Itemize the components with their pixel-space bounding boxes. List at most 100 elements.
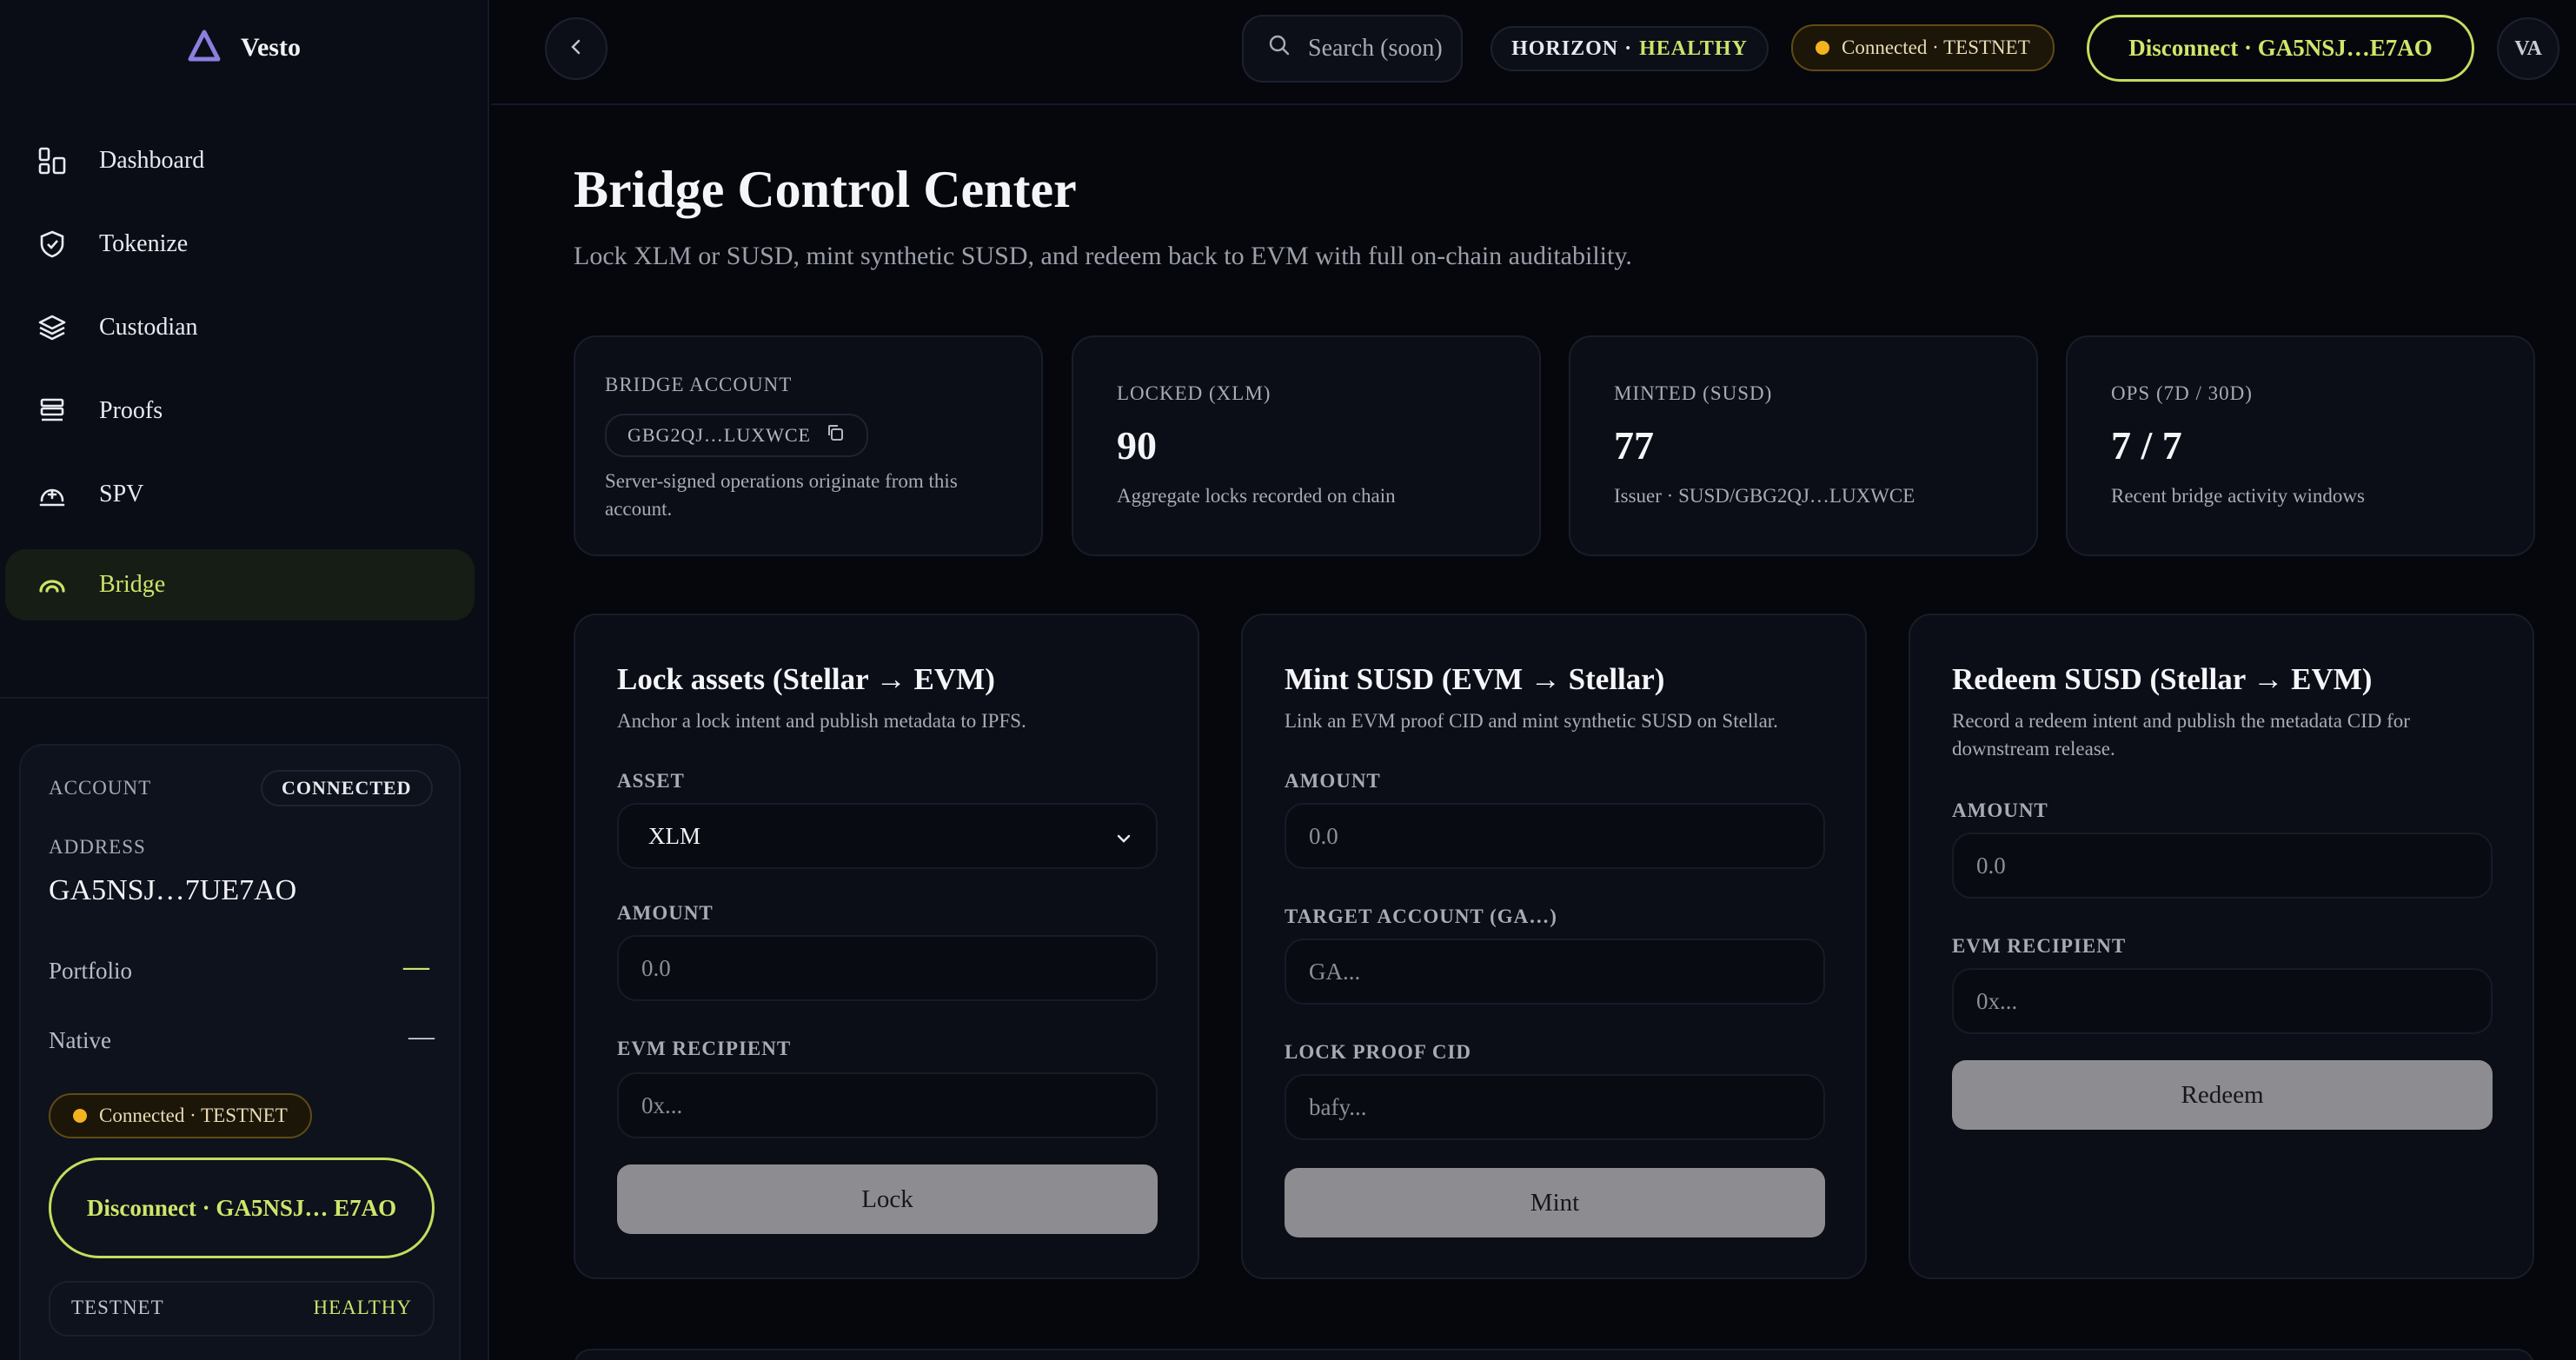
lock-recipient-input[interactable]: 0x... bbox=[617, 1072, 1158, 1138]
account-card: ACCOUNT CONNECTED ADDRESS GA5NSJ…7UE7AO … bbox=[19, 744, 461, 1360]
disconnect-button[interactable]: Disconnect · GA5NSJ… E7AO bbox=[49, 1158, 435, 1258]
recipient-label: EVM RECIPIENT bbox=[1952, 935, 2127, 957]
gauge-plus-icon bbox=[35, 477, 70, 512]
lock-button[interactable]: Lock bbox=[617, 1164, 1158, 1234]
target-account-input[interactable]: GA... bbox=[1285, 939, 1825, 1005]
panel-title: Lock assets (Stellar → EVM) bbox=[617, 662, 995, 696]
stat-note: Issuer · SUSD/GBG2QJ…LUXWCE bbox=[1614, 485, 1915, 507]
copy-icon[interactable] bbox=[825, 422, 846, 448]
account-address: GA5NSJ…7UE7AO bbox=[49, 874, 297, 906]
disconnect-button-top[interactable]: Disconnect · GA5NSJ…E7AO bbox=[2087, 15, 2474, 82]
sidebar-item-bridge[interactable]: Bridge bbox=[5, 549, 475, 620]
amount-label: AMOUNT bbox=[1952, 799, 2048, 821]
sidebar-item-label: Proofs bbox=[99, 397, 163, 424]
target-account-label: TARGET ACCOUNT (GA…) bbox=[1285, 906, 1557, 927]
account-label: ACCOUNT bbox=[49, 777, 152, 799]
topbar: Search (soon) HORIZON · HEALTHY Connecte… bbox=[491, 0, 2576, 105]
network-status-pill: Connected · TESTNET bbox=[49, 1093, 312, 1138]
panel-title: Redeem SUSD (Stellar → EVM) bbox=[1952, 662, 2373, 696]
page-title: Bridge Control Center bbox=[574, 161, 1077, 218]
chevron-left-icon bbox=[567, 37, 586, 61]
dashboard-icon bbox=[35, 143, 70, 178]
portfolio-value: — bbox=[403, 952, 429, 981]
avatar[interactable]: VA bbox=[2497, 17, 2559, 80]
bridge-account-chip[interactable]: GBG2QJ…LUXWCE bbox=[605, 414, 868, 457]
panel-description: Link an EVM proof CID and mint synthetic… bbox=[1285, 710, 1778, 732]
asset-select[interactable]: XLM bbox=[617, 803, 1158, 869]
lock-proof-label: LOCK PROOF CID bbox=[1285, 1041, 1472, 1063]
native-label: Native bbox=[49, 1027, 111, 1053]
network-name: TESTNET bbox=[71, 1297, 164, 1318]
next-section-card bbox=[574, 1349, 2534, 1360]
mint-button[interactable]: Mint bbox=[1285, 1168, 1825, 1237]
amount-label: AMOUNT bbox=[617, 902, 714, 924]
sidebar-item-proofs[interactable]: Proofs bbox=[5, 375, 475, 447]
stat-note: Recent bridge activity windows bbox=[2111, 485, 2365, 507]
status-dot-icon bbox=[1816, 41, 1829, 55]
connection-status-text: Connected · TESTNET bbox=[1842, 36, 2030, 58]
stat-bridge-account: BRIDGE ACCOUNT GBG2QJ…LUXWCE Server-sign… bbox=[574, 335, 1043, 556]
search-icon bbox=[1268, 34, 1291, 63]
sidebar-divider bbox=[0, 697, 488, 699]
recipient-label: EVM RECIPIENT bbox=[617, 1038, 792, 1059]
native-value: — bbox=[408, 1022, 435, 1051]
collapse-sidebar-button[interactable] bbox=[545, 17, 607, 80]
sidebar-item-spv[interactable]: SPV bbox=[5, 459, 475, 530]
sidebar-item-dashboard[interactable]: Dashboard bbox=[5, 125, 475, 196]
sidebar-item-label: Dashboard bbox=[99, 147, 205, 174]
stat-ops: OPS (7D / 30D) 7 / 7 Recent bridge activ… bbox=[2066, 335, 2535, 556]
address-label: ADDRESS bbox=[49, 836, 146, 858]
account-status-badge: CONNECTED bbox=[261, 770, 433, 806]
stat-label: BRIDGE ACCOUNT bbox=[605, 374, 793, 395]
lock-amount-input[interactable]: 0.0 bbox=[617, 935, 1158, 1001]
bridge-arc-icon bbox=[35, 567, 70, 602]
stat-value: 77 bbox=[1614, 423, 1654, 468]
stat-value: 90 bbox=[1117, 423, 1157, 468]
sidebar-item-tokenize[interactable]: Tokenize bbox=[5, 209, 475, 280]
redeem-panel: Redeem SUSD (Stellar → EVM) Record a red… bbox=[1909, 614, 2534, 1279]
status-dot-icon bbox=[73, 1109, 87, 1123]
list-icon bbox=[35, 394, 70, 428]
panel-description: Anchor a lock intent and publish metadat… bbox=[617, 710, 1026, 732]
stat-value: 7 / 7 bbox=[2111, 423, 2182, 468]
sidebar-item-custodian[interactable]: Custodian bbox=[5, 292, 475, 363]
stat-label: LOCKED (XLM) bbox=[1117, 382, 1271, 404]
stat-locked: LOCKED (XLM) 90 Aggregate locks recorded… bbox=[1072, 335, 1541, 556]
redeem-recipient-input[interactable]: 0x... bbox=[1952, 968, 2493, 1034]
panel-title: Mint SUSD (EVM → Stellar) bbox=[1285, 662, 1665, 696]
network-status-text: Connected · TESTNET bbox=[99, 1105, 288, 1126]
search-placeholder: Search (soon) bbox=[1308, 35, 1443, 62]
bridge-account-address: GBG2QJ…LUXWCE bbox=[627, 424, 811, 446]
mint-amount-input[interactable]: 0.0 bbox=[1285, 803, 1825, 869]
sidebar-item-label: Tokenize bbox=[99, 230, 189, 257]
search-input[interactable]: Search (soon) bbox=[1242, 15, 1463, 83]
brand[interactable]: Vesto bbox=[0, 0, 488, 96]
network-health: HEALTHY bbox=[313, 1297, 412, 1318]
sidebar-item-label: Bridge bbox=[99, 571, 166, 598]
stat-note: Server-signed operations originate from … bbox=[605, 470, 958, 520]
layers-icon bbox=[35, 310, 70, 345]
horizon-status-pill: HORIZON · HEALTHY bbox=[1490, 26, 1769, 71]
sidebar-item-label: SPV bbox=[99, 481, 144, 508]
stat-note: Aggregate locks recorded on chain bbox=[1117, 485, 1396, 507]
network-health-row: TESTNET HEALTHY bbox=[49, 1281, 435, 1337]
triangle-logo-icon bbox=[187, 29, 222, 68]
lock-panel: Lock assets (Stellar → EVM) Anchor a loc… bbox=[574, 614, 1199, 1279]
connection-status-pill: Connected · TESTNET bbox=[1791, 24, 2055, 71]
shield-icon bbox=[35, 227, 70, 262]
sidebar-item-label: Custodian bbox=[99, 314, 198, 341]
redeem-button[interactable]: Redeem bbox=[1952, 1060, 2493, 1130]
page-subtitle: Lock XLM or SUSD, mint synthetic SUSD, a… bbox=[574, 242, 1632, 270]
chevron-down-icon bbox=[1114, 827, 1133, 854]
lock-proof-input[interactable]: bafy... bbox=[1285, 1074, 1825, 1140]
stat-label: MINTED (SUSD) bbox=[1614, 382, 1773, 404]
stat-label: OPS (7D / 30D) bbox=[2111, 382, 2253, 404]
asset-label: ASSET bbox=[617, 770, 685, 792]
panel-description: Record a redeem intent and publish the m… bbox=[1952, 710, 2410, 760]
stat-minted: MINTED (SUSD) 77 Issuer · SUSD/GBG2QJ…LU… bbox=[1569, 335, 2038, 556]
sidebar: Vesto Dashboard Tokenize Custodian Proof… bbox=[0, 0, 489, 1360]
horizon-label: HORIZON · bbox=[1511, 36, 1633, 60]
horizon-status: HEALTHY bbox=[1639, 36, 1748, 60]
redeem-amount-input[interactable]: 0.0 bbox=[1952, 833, 2493, 899]
brand-name: Vesto bbox=[241, 33, 301, 62]
